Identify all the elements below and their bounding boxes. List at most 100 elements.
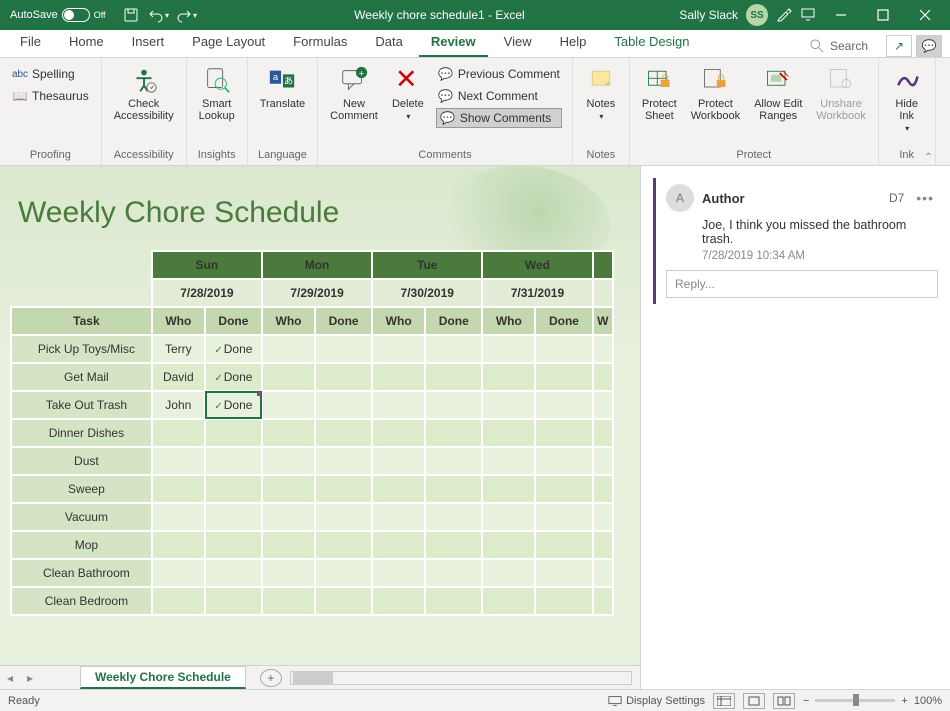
done-cell[interactable]: Done <box>205 363 262 391</box>
translate-button[interactable]: aあ Translate <box>254 62 311 112</box>
who-cell-partial[interactable] <box>593 503 613 531</box>
who-header-partial[interactable]: W <box>593 307 613 335</box>
done-cell[interactable] <box>425 503 482 531</box>
search-box[interactable]: Search <box>804 35 874 57</box>
comment-reply-input[interactable]: Reply... <box>666 270 938 298</box>
who-cell[interactable] <box>262 447 315 475</box>
who-cell[interactable] <box>482 559 535 587</box>
done-cell[interactable] <box>425 475 482 503</box>
who-cell[interactable] <box>262 531 315 559</box>
done-cell[interactable] <box>205 419 262 447</box>
who-cell[interactable] <box>262 419 315 447</box>
task-name-cell[interactable]: Mop <box>11 531 152 559</box>
date-header[interactable]: 7/30/2019 <box>372 279 482 307</box>
spelling-button[interactable]: abcSpelling <box>10 64 91 84</box>
who-header[interactable]: Who <box>262 307 315 335</box>
done-cell[interactable] <box>205 447 262 475</box>
who-cell[interactable] <box>482 419 535 447</box>
done-cell[interactable] <box>315 447 372 475</box>
done-cell[interactable] <box>535 391 592 419</box>
who-cell-partial[interactable] <box>593 559 613 587</box>
tab-file[interactable]: File <box>8 28 53 57</box>
done-cell[interactable] <box>315 587 372 615</box>
who-cell[interactable] <box>262 475 315 503</box>
done-cell[interactable] <box>315 503 372 531</box>
maximize-button[interactable] <box>862 0 904 30</box>
who-cell[interactable] <box>482 531 535 559</box>
who-cell[interactable] <box>372 391 425 419</box>
sheet-tab[interactable]: Weekly Chore Schedule <box>80 666 246 689</box>
task-name-cell[interactable]: Dust <box>11 447 152 475</box>
check-accessibility-button[interactable]: Check Accessibility <box>108 62 180 124</box>
protect-sheet-button[interactable]: Protect Sheet <box>636 62 683 124</box>
who-cell[interactable] <box>262 335 315 363</box>
coming-soon-icon[interactable] <box>776 6 792 25</box>
done-cell[interactable] <box>205 531 262 559</box>
done-cell[interactable] <box>205 559 262 587</box>
who-cell[interactable] <box>372 587 425 615</box>
done-cell[interactable] <box>535 559 592 587</box>
task-name-cell[interactable]: Sweep <box>11 475 152 503</box>
thesaurus-button[interactable]: 📖Thesaurus <box>10 86 91 106</box>
done-cell[interactable] <box>425 335 482 363</box>
minimize-button[interactable] <box>820 0 862 30</box>
tab-formulas[interactable]: Formulas <box>281 28 359 57</box>
who-header[interactable]: Who <box>482 307 535 335</box>
undo-button[interactable]: ▾ <box>146 3 172 27</box>
task-name-cell[interactable]: Dinner Dishes <box>11 419 152 447</box>
done-cell[interactable] <box>535 587 592 615</box>
date-header[interactable]: 7/29/2019 <box>262 279 372 307</box>
redo-button[interactable]: ▾ <box>174 3 200 27</box>
task-name-cell[interactable]: Get Mail <box>11 363 152 391</box>
hide-ink-button[interactable]: Hide Ink▾ <box>885 62 929 135</box>
share-button[interactable]: ↗ <box>886 35 912 57</box>
task-name-cell[interactable]: Take Out Trash <box>11 391 152 419</box>
zoom-out-button[interactable]: − <box>803 695 809 707</box>
who-cell-partial[interactable] <box>593 419 613 447</box>
user-avatar[interactable]: SS <box>746 4 768 26</box>
who-cell[interactable] <box>262 391 315 419</box>
task-name-cell[interactable]: Clean Bathroom <box>11 559 152 587</box>
who-cell[interactable] <box>372 559 425 587</box>
delete-comment-button[interactable]: Delete▾ <box>386 62 430 123</box>
done-cell[interactable] <box>535 475 592 503</box>
worksheet[interactable]: Weekly Chore Schedule Sun Mon Tue Wed 7/… <box>0 166 640 665</box>
done-cell[interactable] <box>315 559 372 587</box>
close-button[interactable] <box>904 0 946 30</box>
comment-more-icon[interactable]: ••• <box>912 190 938 206</box>
date-header[interactable]: 7/28/2019 <box>152 279 262 307</box>
who-cell[interactable] <box>372 503 425 531</box>
tab-view[interactable]: View <box>492 28 544 57</box>
normal-view-button[interactable] <box>713 693 735 709</box>
who-cell[interactable] <box>262 363 315 391</box>
who-cell[interactable] <box>372 475 425 503</box>
done-cell[interactable] <box>535 419 592 447</box>
sheet-nav-prev[interactable]: ◂ <box>0 671 20 685</box>
done-cell[interactable] <box>315 335 372 363</box>
done-cell[interactable] <box>425 447 482 475</box>
ribbon-options-icon[interactable] <box>800 6 816 25</box>
tab-review[interactable]: Review <box>419 28 488 57</box>
done-cell[interactable] <box>535 447 592 475</box>
page-break-view-button[interactable] <box>773 693 795 709</box>
who-cell[interactable] <box>372 447 425 475</box>
date-header-partial[interactable] <box>593 279 613 307</box>
new-comment-button[interactable]: + New Comment <box>324 62 384 124</box>
who-cell[interactable] <box>482 447 535 475</box>
tab-insert[interactable]: Insert <box>120 28 177 57</box>
who-cell[interactable] <box>152 503 205 531</box>
done-cell[interactable] <box>315 363 372 391</box>
who-cell-partial[interactable] <box>593 447 613 475</box>
done-header[interactable]: Done <box>205 307 262 335</box>
who-cell[interactable] <box>372 531 425 559</box>
done-header[interactable]: Done <box>535 307 592 335</box>
done-cell[interactable] <box>535 363 592 391</box>
zoom-in-button[interactable]: + <box>901 695 907 707</box>
who-cell-partial[interactable] <box>593 335 613 363</box>
smart-lookup-button[interactable]: Smart Lookup <box>193 62 241 124</box>
who-cell-partial[interactable] <box>593 391 613 419</box>
zoom-control[interactable]: − + 100% <box>803 695 942 707</box>
day-header[interactable]: Tue <box>372 251 482 279</box>
date-header[interactable]: 7/31/2019 <box>482 279 592 307</box>
day-header[interactable]: Sun <box>152 251 262 279</box>
